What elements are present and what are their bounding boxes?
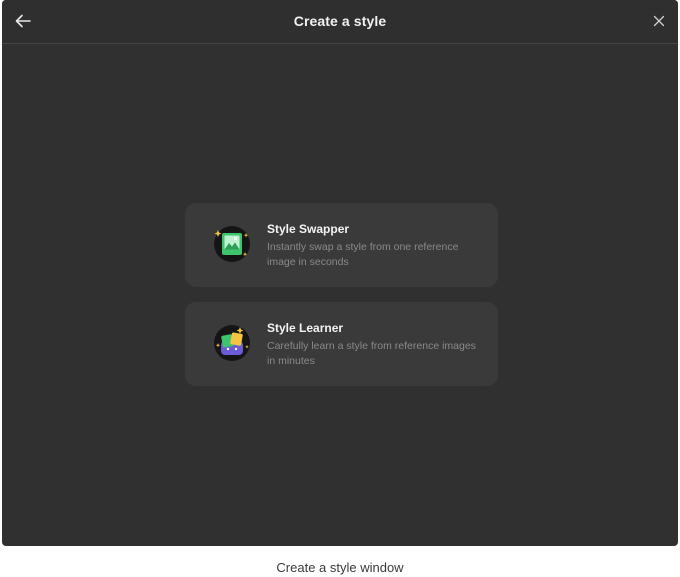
style-learner-icon: [214, 325, 250, 361]
close-icon: [653, 15, 665, 27]
create-style-window: Create a style Style Swapper Instantly s…: [2, 0, 678, 546]
window-title: Create a style: [293, 13, 387, 29]
card-title: Style Learner: [267, 321, 344, 335]
card-description: Carefully learn a style from reference i…: [267, 340, 476, 367]
style-swapper-icon: [214, 226, 250, 262]
title-bar: Create a style: [2, 0, 678, 44]
style-learner-card[interactable]: Style Learner Carefully learn a style fr…: [185, 302, 498, 386]
style-swapper-card[interactable]: Style Swapper Instantly swap a style fro…: [185, 203, 498, 287]
card-description: Instantly swap a style from one referenc…: [267, 241, 459, 268]
card-title: Style Swapper: [267, 222, 350, 236]
close-button[interactable]: [650, 12, 668, 30]
screenshot-caption: Create a style window: [276, 560, 404, 575]
